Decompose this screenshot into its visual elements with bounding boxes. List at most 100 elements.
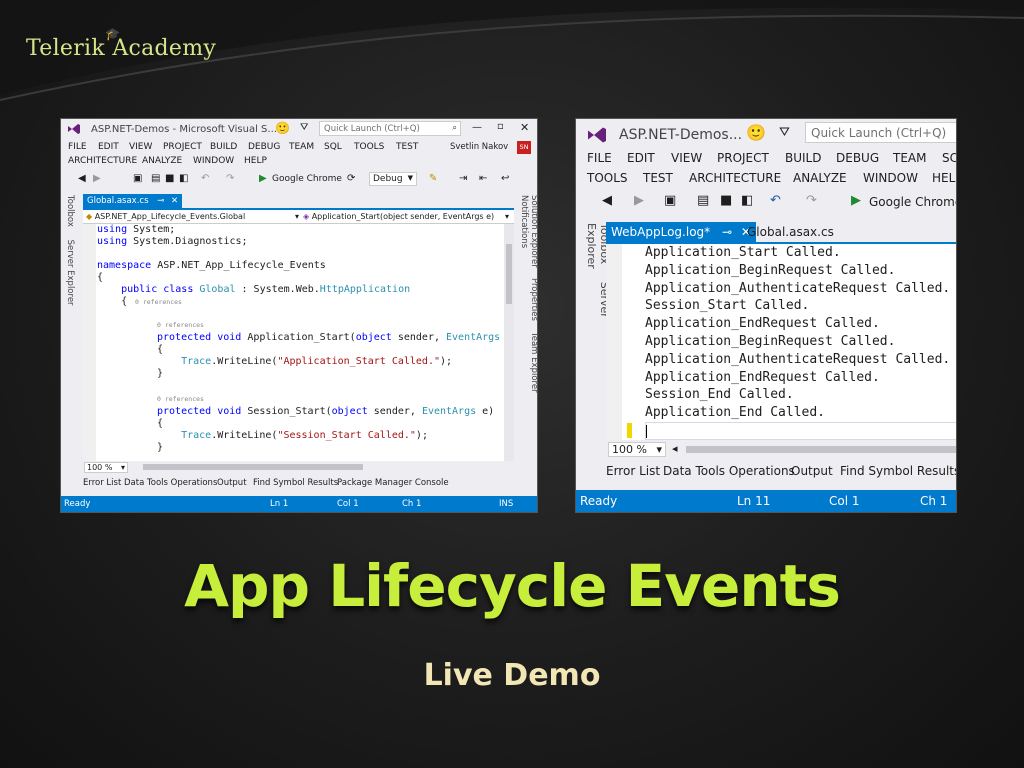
- menu-architecture[interactable]: ARCHITECTURE: [689, 171, 781, 185]
- back-icon[interactable]: ◀: [78, 173, 86, 184]
- zoom-select[interactable]: 100 % ▾: [84, 462, 128, 473]
- code-lens-references[interactable]: 0 references: [135, 298, 182, 306]
- menu-test[interactable]: TEST: [396, 142, 418, 152]
- properties-tab[interactable]: Properties: [529, 278, 537, 321]
- comment-icon[interactable]: ↩: [501, 173, 509, 184]
- run-target-select[interactable]: Google Chrome: [272, 174, 342, 184]
- tab-data-tools-operations[interactable]: Data Tools Operations: [124, 478, 217, 488]
- redo-icon[interactable]: ↷: [806, 193, 817, 208]
- redo-icon[interactable]: ↷: [226, 173, 234, 184]
- open-folder-icon[interactable]: ▤: [151, 173, 160, 184]
- close-tab-icon[interactable]: ✕: [171, 196, 178, 206]
- minimize-button[interactable]: —: [472, 122, 482, 133]
- log-editor[interactable]: Application_Start Called. Application_Be…: [606, 244, 956, 440]
- log-text[interactable]: Application_Start Called. Application_Be…: [645, 244, 950, 422]
- code-editor[interactable]: using System; using System.Diagnostics; …: [83, 224, 514, 461]
- pin-icon[interactable]: ⊸: [722, 225, 732, 239]
- new-project-icon[interactable]: ▣: [664, 193, 676, 208]
- menu-build[interactable]: BUILD: [785, 151, 821, 165]
- menu-view[interactable]: VIEW: [671, 151, 702, 165]
- close-button[interactable]: ✕: [520, 121, 529, 134]
- menu-edit[interactable]: EDIT: [627, 151, 655, 165]
- scroll-left-icon[interactable]: ◂: [672, 442, 678, 455]
- pin-icon[interactable]: ⊸: [157, 196, 164, 206]
- menu-edit[interactable]: EDIT: [98, 142, 119, 152]
- undo-icon[interactable]: ↶: [201, 173, 209, 184]
- scrollbar-thumb[interactable]: [506, 244, 512, 304]
- save-icon[interactable]: ■: [720, 193, 732, 208]
- menu-file[interactable]: FILE: [587, 151, 612, 165]
- tab-find-symbol-results[interactable]: Find Symbol Results: [840, 464, 956, 478]
- menu-tools[interactable]: TOOLS: [354, 142, 384, 152]
- menu-window[interactable]: WINDOW: [193, 156, 234, 166]
- menu-view[interactable]: VIEW: [129, 142, 152, 152]
- new-project-icon[interactable]: ▣: [133, 173, 142, 184]
- forward-icon[interactable]: ▶: [634, 193, 644, 208]
- zoom-select[interactable]: 100 % ▾: [608, 442, 666, 457]
- member-dropdown[interactable]: ◈ Application_Start(object sender, Event…: [303, 212, 494, 221]
- save-all-icon[interactable]: ◧: [741, 193, 753, 208]
- save-icon[interactable]: ■: [165, 173, 174, 184]
- refresh-icon[interactable]: ⟳: [347, 173, 355, 184]
- feedback-smiley-icon[interactable]: 🙂: [275, 121, 290, 135]
- maximize-button[interactable]: ▫: [497, 121, 504, 132]
- toolbox-tab[interactable]: Toolbox: [65, 195, 75, 227]
- tab-data-tools-operations[interactable]: Data Tools Operations: [663, 464, 795, 478]
- outdent-icon[interactable]: ⇤: [479, 173, 487, 184]
- tab-package-manager-console[interactable]: Package Manager Console: [337, 478, 449, 488]
- menu-file[interactable]: FILE: [68, 142, 87, 152]
- code-text[interactable]: using System; using System.Diagnostics; …: [97, 224, 410, 308]
- tab-output[interactable]: Output: [217, 478, 247, 488]
- quick-launch-input[interactable]: Quick Launch (Ctrl+Q) ⌕: [319, 121, 461, 136]
- menu-analyze[interactable]: ANALYZE: [793, 171, 847, 185]
- notifications-tab[interactable]: Notifications: [519, 195, 529, 248]
- menu-project[interactable]: PROJECT: [163, 142, 202, 152]
- menu-team[interactable]: TEAM: [893, 151, 926, 165]
- menu-analyze[interactable]: ANALYZE: [142, 156, 182, 166]
- start-debug-icon[interactable]: ▶: [851, 193, 861, 208]
- solution-explorer-tab[interactable]: Solution Explorer: [529, 195, 537, 268]
- horizontal-scrollbar[interactable]: [686, 446, 956, 453]
- notification-flag-icon[interactable]: ⛛: [779, 125, 790, 140]
- notification-flag-icon[interactable]: ⛛: [300, 122, 308, 133]
- code-lens-references[interactable]: 0 references: [157, 395, 204, 403]
- tab-output[interactable]: Output: [791, 464, 833, 478]
- undo-icon[interactable]: ↶: [770, 193, 781, 208]
- tab-global-asax[interactable]: Global.asax.cs: [747, 225, 834, 239]
- back-icon[interactable]: ◀: [602, 193, 612, 208]
- open-folder-icon[interactable]: ▤: [697, 193, 709, 208]
- tab-webapplog[interactable]: WebAppLog.log* ⊸ ✕: [606, 222, 756, 242]
- code-lens-references[interactable]: 0 references: [157, 321, 204, 329]
- horizontal-scrollbar[interactable]: [143, 464, 363, 470]
- menu-window[interactable]: WINDOW: [863, 171, 918, 185]
- indent-icon[interactable]: ⇥: [459, 173, 467, 184]
- menu-sql[interactable]: SC: [942, 151, 956, 165]
- feedback-smiley-icon[interactable]: 🙂: [746, 123, 766, 142]
- menu-test[interactable]: TEST: [643, 171, 673, 185]
- start-debug-icon[interactable]: ▶: [259, 173, 267, 184]
- configuration-select[interactable]: Debug ▼: [369, 172, 417, 186]
- run-target-select[interactable]: Google Chrome: [869, 195, 956, 209]
- menu-build[interactable]: BUILD: [210, 142, 237, 152]
- server-explorer-tab[interactable]: Server Explorer: [65, 240, 75, 306]
- menu-debug[interactable]: DEBUG: [836, 151, 879, 165]
- user-name[interactable]: Svetlin Nakov: [450, 142, 508, 152]
- menu-help[interactable]: HELP: [244, 156, 267, 166]
- tab-error-list[interactable]: Error List: [606, 464, 660, 478]
- team-explorer-tab[interactable]: Team Explorer: [529, 332, 537, 393]
- method-application-start[interactable]: protected void Application_Start(object …: [157, 332, 514, 380]
- menu-help[interactable]: HELP: [932, 171, 956, 185]
- quick-launch-input[interactable]: Quick Launch (Ctrl+Q): [805, 122, 956, 143]
- tab-find-symbol-results[interactable]: Find Symbol Results: [253, 478, 338, 488]
- menu-debug[interactable]: DEBUG: [248, 142, 280, 152]
- method-session-start[interactable]: protected void Session_Start(object send…: [157, 406, 494, 454]
- save-all-icon[interactable]: ◧: [179, 173, 188, 184]
- tab-error-list[interactable]: Error List: [83, 478, 121, 488]
- menu-project[interactable]: PROJECT: [717, 151, 769, 165]
- vertical-scrollbar[interactable]: [504, 224, 514, 461]
- menu-architecture[interactable]: ARCHITECTURE: [68, 156, 137, 166]
- menu-sql[interactable]: SQL: [324, 142, 342, 152]
- forward-icon[interactable]: ▶: [93, 173, 101, 184]
- avatar[interactable]: SN: [517, 141, 531, 154]
- menu-tools[interactable]: TOOLS: [587, 171, 628, 185]
